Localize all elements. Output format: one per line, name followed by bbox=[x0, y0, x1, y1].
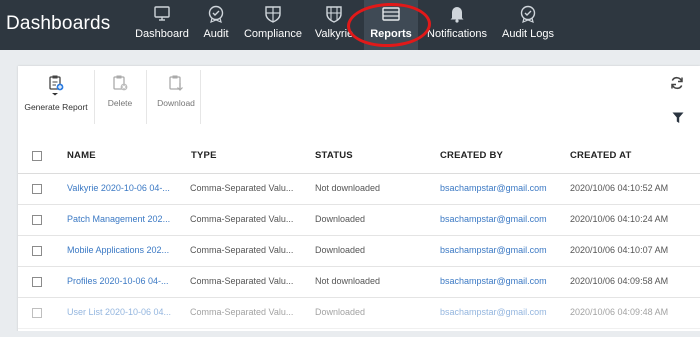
highlight-annotation-oval bbox=[346, 1, 432, 49]
created-at: 2020/10/06 04:10:52 AM bbox=[570, 183, 669, 193]
table-row: User List 2020-10-06 04... Comma-Separat… bbox=[18, 298, 700, 329]
select-all-checkbox[interactable] bbox=[32, 151, 42, 161]
nav-label: Audit bbox=[203, 28, 229, 40]
report-name-link[interactable]: Patch Management 202... bbox=[67, 214, 170, 224]
torn-edge bbox=[0, 331, 700, 337]
report-status: Downloaded bbox=[315, 214, 366, 224]
refresh-icon[interactable] bbox=[670, 76, 684, 90]
clipboard-delete-icon bbox=[112, 74, 128, 94]
download-label: Download bbox=[157, 98, 195, 108]
nav-audit-logs[interactable]: Audit Logs bbox=[499, 0, 557, 50]
report-status: Not downloaded bbox=[315, 276, 381, 286]
nav-compliance[interactable]: Compliance bbox=[240, 0, 306, 50]
report-status: Not downloaded bbox=[315, 183, 381, 193]
report-name-link[interactable]: Profiles 2020-10-06 04-... bbox=[67, 276, 169, 286]
row-checkbox[interactable] bbox=[32, 308, 42, 318]
nav-label: Audit Logs bbox=[502, 28, 554, 40]
audit-badge-icon bbox=[519, 3, 537, 25]
created-by-email[interactable]: bsachampstar@gmail.com bbox=[440, 276, 547, 286]
clipboard-download-icon bbox=[168, 74, 184, 94]
column-header-status[interactable]: STATUS bbox=[315, 150, 353, 161]
delete-button[interactable]: Delete bbox=[102, 74, 138, 120]
created-at: 2020/10/06 04:09:48 AM bbox=[570, 307, 669, 317]
column-header-type[interactable]: TYPE bbox=[191, 150, 217, 161]
nav-dashboard[interactable]: Dashboard bbox=[132, 0, 192, 50]
created-by-email[interactable]: bsachampstar@gmail.com bbox=[440, 245, 547, 255]
nav-label: Notifications bbox=[427, 28, 487, 40]
generate-report-button[interactable]: Generate Report bbox=[24, 74, 88, 120]
column-header-created-at[interactable]: CREATED AT bbox=[570, 150, 631, 161]
report-type: Comma-Separated Valu... bbox=[190, 276, 294, 286]
monitor-icon bbox=[153, 3, 171, 25]
created-by-email[interactable]: bsachampstar@gmail.com bbox=[440, 214, 547, 224]
delete-label: Delete bbox=[107, 98, 133, 108]
toolbar-divider bbox=[200, 70, 201, 124]
generate-report-label: Generate Report bbox=[24, 102, 88, 112]
download-button[interactable]: Download bbox=[154, 74, 198, 120]
created-at: 2020/10/06 04:10:24 AM bbox=[570, 214, 669, 224]
report-status: Downloaded bbox=[315, 245, 366, 255]
audit-badge-icon bbox=[207, 3, 225, 25]
row-checkbox[interactable] bbox=[32, 277, 42, 287]
report-name-link[interactable]: Mobile Applications 202... bbox=[67, 245, 169, 255]
report-type: Comma-Separated Valu... bbox=[190, 307, 294, 317]
filter-icon[interactable] bbox=[672, 111, 684, 123]
table-row: Profiles 2020-10-06 04-... Comma-Separat… bbox=[18, 267, 700, 298]
toolbar-divider bbox=[94, 70, 95, 124]
created-at: 2020/10/06 04:10:07 AM bbox=[570, 245, 669, 255]
report-type: Comma-Separated Valu... bbox=[190, 183, 294, 193]
table-row: Mobile Applications 202... Comma-Separat… bbox=[18, 236, 700, 267]
nav-label: Compliance bbox=[243, 28, 303, 40]
shield-grid-icon bbox=[325, 3, 343, 25]
table-header: NAME TYPE STATUS CREATED BY CREATED AT bbox=[18, 141, 700, 174]
clipboard-add-icon bbox=[48, 74, 64, 98]
report-name-link[interactable]: User List 2020-10-06 04... bbox=[67, 307, 171, 317]
row-checkbox[interactable] bbox=[32, 246, 42, 256]
report-name-link[interactable]: Valkyrie 2020-10-06 04-... bbox=[67, 183, 170, 193]
nav-audit[interactable]: Audit bbox=[198, 0, 234, 50]
table-row: Patch Management 202... Comma-Separated … bbox=[18, 205, 700, 236]
table-row: Valkyrie 2020-10-06 04-... Comma-Separat… bbox=[18, 174, 700, 205]
shield-grid-icon bbox=[264, 3, 282, 25]
report-status: Downloaded bbox=[315, 307, 366, 317]
report-type: Comma-Separated Valu... bbox=[190, 214, 294, 224]
row-checkbox[interactable] bbox=[32, 184, 42, 194]
created-by-email[interactable]: bsachampstar@gmail.com bbox=[440, 307, 547, 317]
top-navigation-bar: Dashboards Dashboard Audit Compliance Va… bbox=[0, 0, 700, 50]
report-type: Comma-Separated Valu... bbox=[190, 245, 294, 255]
bell-icon bbox=[449, 3, 465, 25]
nav-label: Dashboard bbox=[135, 28, 189, 40]
row-checkbox[interactable] bbox=[32, 215, 42, 225]
reports-panel: Generate Report Delete Download NAME TYP… bbox=[18, 66, 700, 337]
created-at: 2020/10/06 04:09:58 AM bbox=[570, 276, 669, 286]
column-header-name[interactable]: NAME bbox=[67, 150, 96, 161]
page-title: Dashboards bbox=[6, 13, 111, 34]
toolbar-divider bbox=[146, 70, 147, 124]
nav-notifications[interactable]: Notifications bbox=[424, 0, 490, 50]
created-by-email[interactable]: bsachampstar@gmail.com bbox=[440, 183, 547, 193]
column-header-created-by[interactable]: CREATED BY bbox=[440, 150, 503, 161]
